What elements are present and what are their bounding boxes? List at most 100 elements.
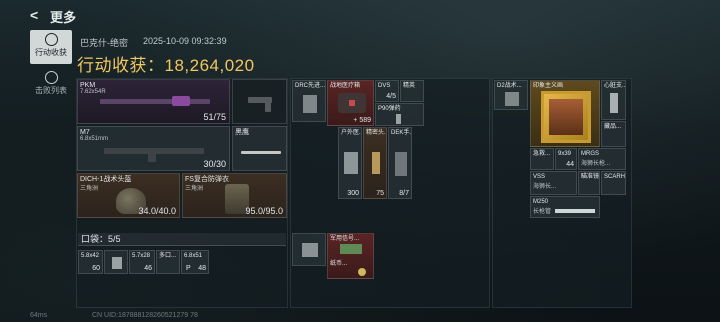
helmet-slot[interactable]: DICH-1战术头盔 三角洲 34.0/40.0 (77, 173, 180, 218)
container-item[interactable] (292, 233, 326, 266)
container-item[interactable]: VSS 海狮长... (530, 171, 577, 195)
container-item-name: DRC先进... (295, 83, 326, 89)
container-item[interactable]: M250 长枪管 (530, 196, 600, 218)
melee-slot[interactable]: 黑鹰 (232, 126, 287, 171)
armor-durability: 95.0/95.0 (245, 206, 283, 216)
pocket-item-sub: P (186, 265, 191, 272)
page-title: 更多 (50, 10, 77, 25)
rifle-mag-icon (148, 152, 156, 162)
secondary-weapon-ammo: 6.8x51mm (80, 136, 109, 142)
pouch-header: 口袋：5/5 (78, 233, 286, 246)
item-icon (340, 244, 362, 254)
container-item[interactable]: 军用信号... 纸币... (327, 233, 374, 279)
container-item[interactable]: 藏品... (601, 121, 626, 147)
container-item[interactable]: D2战术... (494, 80, 528, 110)
item-icon (112, 257, 122, 269)
rifle-stock-icon (172, 96, 190, 106)
item-icon (302, 243, 318, 257)
p90-label: P90弹药 (378, 106, 401, 112)
pocket-item[interactable]: 5.7x28 46 (129, 250, 155, 274)
container-item[interactable]: DRC先进... (292, 80, 326, 122)
p90-count: 4/5 (386, 93, 396, 100)
pocket-item-name: 6.8x51 (184, 253, 203, 259)
top-bar: < 更多 (0, 0, 720, 30)
container-item-name: 9x39 (558, 151, 572, 157)
armor-slot[interactable]: FS复合防弹衣 三角洲 95.0/95.0 (182, 173, 287, 218)
container-item[interactable]: DEK手... 8/7 (388, 127, 412, 199)
container-item[interactable]: 心脏支... (601, 80, 626, 120)
ammo-icon (396, 114, 401, 124)
back-button[interactable]: < (30, 7, 38, 23)
container-item[interactable]: 精英 (400, 80, 424, 102)
container-item-name: 精英 (403, 83, 416, 89)
container-item[interactable]: 精密头... 75 (363, 127, 387, 199)
container-item[interactable]: SCARH (601, 171, 626, 195)
barrel-icon (555, 209, 595, 213)
container-item[interactable]: 9x39 44 (555, 148, 577, 170)
container-item-count: 8/7 (399, 190, 409, 197)
painting-slot[interactable]: 印象主义画 (530, 80, 600, 147)
painting-name: 印象主义画 (533, 83, 564, 89)
item-icon (372, 152, 380, 174)
container-item[interactable]: DVS 4/5 (375, 80, 399, 102)
ping-indicator: 64ms (30, 312, 48, 319)
tab-loot-label: 行动收获 (35, 48, 67, 57)
primary-weapon-ammo: 7.62x54R (80, 89, 106, 95)
container-item-count: 75 (376, 190, 384, 197)
container-item-name: SCARH (604, 174, 626, 180)
pocket-item-count: 48 (198, 265, 206, 272)
container-item[interactable]: MRGS 海狮长枪... (578, 148, 626, 170)
container-item[interactable]: 急救... (530, 148, 554, 170)
target-icon (44, 33, 58, 46)
secondary-weapon-slot[interactable]: M7 6.8x51mm 30/30 (77, 126, 230, 171)
pocket-item[interactable]: 6.8x51 P 48 (181, 250, 209, 274)
container-item[interactable]: 户外医... 300 (338, 127, 362, 199)
pistol-slot[interactable] (232, 79, 287, 124)
loot-value-label: 行动收获： (77, 56, 165, 75)
tab-kills[interactable]: 击败列表 (30, 68, 72, 100)
container-item-sub: 海狮长枪... (581, 161, 611, 167)
pocket-item[interactable] (104, 250, 128, 274)
pocket-item-count: 46 (144, 265, 152, 272)
rifle-icon (100, 99, 210, 104)
container-item-name: D2战术... (497, 83, 522, 89)
container-item-sub: 海狮长... (533, 184, 557, 190)
pocket-item[interactable]: 多口... (156, 250, 180, 274)
item-icon (358, 268, 366, 276)
medkit-name: 战地医疗箱 (330, 83, 361, 89)
item-icon (505, 92, 519, 106)
primary-weapon-slot[interactable]: PKM 7.62x54R 51/75 (77, 79, 230, 124)
melee-name: 黑鹰 (235, 129, 249, 136)
item-icon (395, 152, 407, 176)
medkit-cross-icon (349, 100, 355, 106)
user-uid: CN UID:187888128260521279 78 (92, 312, 198, 319)
loot-value: 行动收获：18,264,020 (77, 51, 255, 76)
medkit-count: + 589 (353, 117, 371, 124)
container-item[interactable]: 瞄准镜 (578, 171, 600, 195)
container-item-name: 纸币... (330, 261, 348, 267)
knife-icon (241, 151, 281, 154)
pocket-item[interactable]: 5.8x42 60 (78, 250, 103, 274)
item-icon (303, 95, 317, 113)
container-item-name: 军用信号... (330, 236, 360, 242)
p90-ammo-slot[interactable]: P90弹药 (375, 103, 424, 126)
loot-value-number: 18,264,020 (164, 56, 255, 75)
pocket-item-count: 60 (92, 265, 100, 272)
container-item-name: DEK手... (391, 130, 412, 136)
tab-loot[interactable]: 行动收获 (30, 30, 72, 64)
container-item-name: 瞄准镜 (581, 174, 600, 180)
map-name: 巴克什-绝密 (80, 38, 128, 48)
raid-datetime: 2025-10-09 09:32:39 (143, 36, 227, 46)
item-icon (610, 93, 618, 113)
pocket-item-name: 5.8x42 (81, 253, 100, 259)
pistol-grip-icon (265, 100, 271, 112)
medkit-slot[interactable]: 战地医疗箱 + 589 (327, 80, 374, 126)
helmet-class: 三角洲 (80, 186, 99, 192)
armor-class: 三角洲 (185, 186, 204, 192)
container-item-name: 户外医... (341, 130, 362, 136)
game-result-screen: < 更多 行动收获 击败列表 巴克什-绝密 2025-10-09 09:32:3… (0, 0, 720, 322)
container-item-name: DVS (378, 83, 391, 89)
secondary-weapon-ammo-count: 30/30 (203, 159, 226, 169)
item-icon (344, 152, 358, 174)
painting-icon (541, 91, 591, 143)
